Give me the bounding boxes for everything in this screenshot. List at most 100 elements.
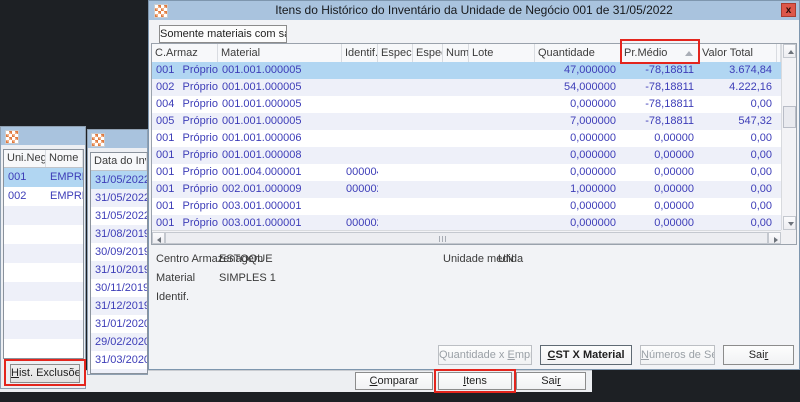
grid-row[interactable]: 001Próprio 002.001.000009 000002 1,000000 0,… (152, 181, 781, 198)
cell-material: 001.001.000008 (222, 149, 302, 161)
cell-lote (469, 198, 535, 215)
grid-row[interactable]: 005 Próprio 001.001.000005 7,000000 -78,1881… (152, 113, 781, 130)
scroll-left-icon[interactable] (152, 232, 165, 244)
cell-num (443, 130, 469, 147)
cell-especif2 (378, 130, 413, 147)
itens-button[interactable]: Itens (438, 372, 512, 390)
grid-row[interactable]: 001 Próprio 001.001.000008 0,000000 0,00000 0… (152, 147, 781, 164)
cell-especif3 (413, 181, 443, 198)
grid-column-header-especif2[interactable]: Especif2 (378, 44, 413, 62)
somente-materiais-button[interactable]: Somente materiais com saldo (159, 25, 287, 43)
scroll-down-icon[interactable] (783, 216, 796, 230)
inventory-dates-list[interactable]: Data do Inventá 31/05/2022 31/05/2022 31/0… (90, 152, 148, 374)
cell-pr-medio: -78,18811 (645, 115, 694, 127)
quantidade-x-empresas-button[interactable]: Quantidade x Empresas (438, 345, 532, 365)
grid-column-header-valor-total[interactable]: Valor Total (699, 44, 777, 62)
inventory-date-row[interactable]: 30/09/2019 (91, 243, 147, 261)
cell-especif2 (378, 113, 413, 130)
cst-x-material-button[interactable]: CST X Material (540, 345, 632, 365)
cell-lote (469, 164, 535, 181)
cell-identif (342, 198, 378, 215)
close-icon[interactable]: x (781, 3, 796, 17)
app-icon (5, 130, 19, 144)
business-units-list[interactable]: Uni.Negócio Nome Co 001 EMPRESA 002 EMPRESA (3, 149, 84, 359)
cell-num (443, 113, 469, 130)
sort-asc-icon (685, 51, 693, 56)
inventory-date-row[interactable]: 31/05/2022 (91, 189, 147, 207)
inventory-date-row[interactable]: 31/05/2022 (91, 207, 147, 225)
grid-row[interactable]: 002 Próprio 001.001.000005 54,000000 -78,188… (152, 79, 781, 96)
cell-material: 001.001.000005 (222, 98, 302, 110)
cell-nome: EMPRESA (50, 171, 83, 183)
grid-column-header-lote[interactable]: Lote (469, 44, 535, 62)
sair-dialog-button[interactable]: Sair (723, 345, 794, 365)
dialog-titlebar[interactable]: Itens do Histórico do Inventário da Unid… (149, 1, 799, 20)
grid-column-header-material[interactable]: Material (218, 44, 342, 62)
grid-row[interactable]: 001 Próprio 001.001.000006 0,000000 0,00000 0… (152, 130, 781, 147)
grid-column-header-pr-m-dio[interactable]: Pr.Médio (621, 44, 699, 62)
numeros-de-serie-button[interactable]: Números de Série (640, 345, 715, 365)
grid-column-header-especif3[interactable]: Especif3 (413, 44, 443, 62)
cell-data-inventario: 30/04/2020 (91, 369, 147, 373)
inventory-date-row[interactable]: 31/10/2019 (91, 261, 147, 279)
hist-exclusoes-button[interactable]: Hist. Exclusões (10, 364, 80, 383)
cell-quantidade: 54,000000 (564, 81, 616, 93)
col-uni-negocio[interactable]: Uni.Negócio (4, 150, 46, 167)
comparar-button[interactable]: Comparar (355, 372, 433, 390)
cell-quantidade: 7,000000 (570, 115, 616, 127)
empty-row (4, 320, 83, 339)
unidade-medida-value: UN (498, 253, 514, 265)
business-unit-row[interactable]: 002 EMPRESA (4, 187, 83, 206)
cell-identif (342, 130, 378, 147)
inventory-date-row[interactable]: 29/02/2020 (91, 333, 147, 351)
grid-column-header-c-armaz[interactable]: C.Armaz (152, 44, 218, 62)
cell-especif3 (413, 96, 443, 113)
inventory-date-row[interactable]: 31/05/2022 (91, 171, 147, 189)
cell-data-inventario: 31/05/2022 (95, 192, 147, 204)
inventory-date-row[interactable]: 31/08/2019 (91, 225, 147, 243)
cell-carmaz: 001 Próprio (156, 200, 218, 212)
vertical-scroll-thumb[interactable] (783, 106, 796, 128)
sair-bottom-button[interactable]: Sair (516, 372, 586, 390)
cell-valor-total: 0,00 (750, 149, 772, 161)
business-units-window: Uni.Negócio Nome Co 001 EMPRESA 002 EMPRESA… (0, 126, 86, 389)
horizontal-scrollbar[interactable] (152, 230, 781, 244)
cell-material: 001.001.000006 (222, 132, 302, 144)
horizontal-scroll-thumb[interactable] (165, 232, 768, 244)
inventory-date-row[interactable]: 30/11/2019 (91, 279, 147, 297)
grid-column-header-identif-[interactable]: Identif. (342, 44, 378, 62)
cell-data-inventario: 30/11/2019 (95, 282, 147, 294)
inventory-date-row[interactable]: 31/12/2019 (91, 297, 147, 315)
cell-identif (342, 96, 378, 113)
scroll-right-icon[interactable] (768, 232, 781, 244)
inventory-date-row[interactable]: 31/03/2020 (91, 351, 147, 369)
cell-material: 001.001.000005 (222, 115, 302, 127)
material-label: Material (156, 272, 196, 284)
grid-row[interactable]: 001 Próprio 003.001.000001 0,000000 0,00000 0… (152, 198, 781, 215)
cell-pr-medio: -78,18811 (645, 98, 694, 110)
cell-lote (469, 96, 535, 113)
inventory-grid[interactable]: C.ArmazMaterialIdentif.Especif2Especif3N… (151, 43, 797, 245)
grid-column-header-quantidade[interactable]: Quantidade (535, 44, 621, 62)
col-data-inventario[interactable]: Data do Inventá (91, 153, 147, 170)
col-nome[interactable]: Nome Co (46, 150, 83, 167)
grid-row[interactable]: 004 Próprio 001.001.000005 0,000000 -78,1881… (152, 96, 781, 113)
vertical-scrollbar[interactable] (781, 44, 796, 230)
inventory-date-row[interactable]: 31/01/2020 (91, 315, 147, 333)
cell-material: 002.001.000009 (222, 183, 302, 195)
inventory-date-row[interactable]: 30/04/2020 (91, 369, 147, 373)
grid-column-header-num[interactable]: Num (443, 44, 469, 62)
cell-material: 001.001.000005 (222, 81, 302, 93)
cell-carmaz: 001 Próprio (156, 183, 218, 195)
cell-quantidade: 0,000000 (570, 98, 616, 110)
cell-especif2 (378, 164, 413, 181)
grid-row[interactable]: 001Próprio 001.004.000001 000004 0,000000 0,… (152, 164, 781, 181)
scroll-up-icon[interactable] (783, 44, 796, 58)
cell-especif2 (378, 62, 413, 79)
grid-row[interactable]: 001Próprio 003.001.000001 000002 0,000000 0,… (152, 215, 781, 230)
empty-row (4, 263, 83, 282)
cell-data-inventario: 31/10/2019 (95, 264, 147, 276)
cell-data-inventario: 31/03/2020 (95, 354, 147, 366)
business-unit-row[interactable]: 001 EMPRESA (4, 168, 83, 187)
grid-row[interactable]: 001 Próprio 001.001.000005 47,000000 -78,188… (152, 62, 781, 79)
